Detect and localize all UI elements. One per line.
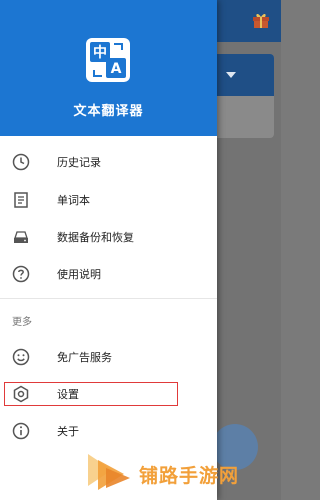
gift-icon: [253, 13, 269, 28]
app-name: 文本翻译器: [73, 104, 144, 119]
navigation-drawer: 中 A 文本翻译器 历史记录 单词本 数据备份和恢复 使用说明 更多 免广告服务…: [0, 0, 217, 500]
settings-highlight-box: [4, 382, 178, 406]
smiley-icon: [12, 348, 30, 366]
menu-item-history[interactable]: 历史记录: [0, 144, 217, 180]
info-icon: [12, 422, 30, 440]
help-icon: [12, 265, 30, 283]
storage-icon: [14, 231, 28, 243]
drawer-header: 中 A 文本翻译器: [0, 0, 217, 136]
menu-item-label: 免广告服务: [57, 351, 112, 364]
divider: [0, 298, 217, 299]
menu-item-label: 关于: [57, 425, 79, 438]
translate-zh-a-icon: 中 A: [86, 38, 130, 82]
notebook-icon: [14, 192, 28, 208]
svg-text:中: 中: [93, 44, 107, 61]
chevron-down-icon: [226, 72, 236, 78]
svg-text:A: A: [111, 61, 122, 77]
menu-item-label: 历史记录: [57, 156, 101, 169]
menu-item-about[interactable]: 关于: [0, 413, 217, 449]
watermark-logo-icon: [88, 454, 130, 490]
menu-item-label: 数据备份和恢复: [57, 231, 134, 244]
menu-item-instructions[interactable]: 使用说明: [0, 256, 217, 292]
clock-icon: [12, 153, 30, 171]
menu-item-ad-free[interactable]: 免广告服务: [0, 339, 217, 375]
section-title-more: 更多: [12, 317, 32, 328]
watermark-text: 铺路手游网: [139, 465, 240, 487]
background-card-header: [210, 54, 274, 96]
menu-item-wordbook[interactable]: 单词本: [0, 182, 217, 218]
menu-item-label: 使用说明: [57, 268, 101, 281]
menu-item-backup-restore[interactable]: 数据备份和恢复: [0, 219, 217, 255]
menu-item-label: 单词本: [57, 194, 90, 207]
